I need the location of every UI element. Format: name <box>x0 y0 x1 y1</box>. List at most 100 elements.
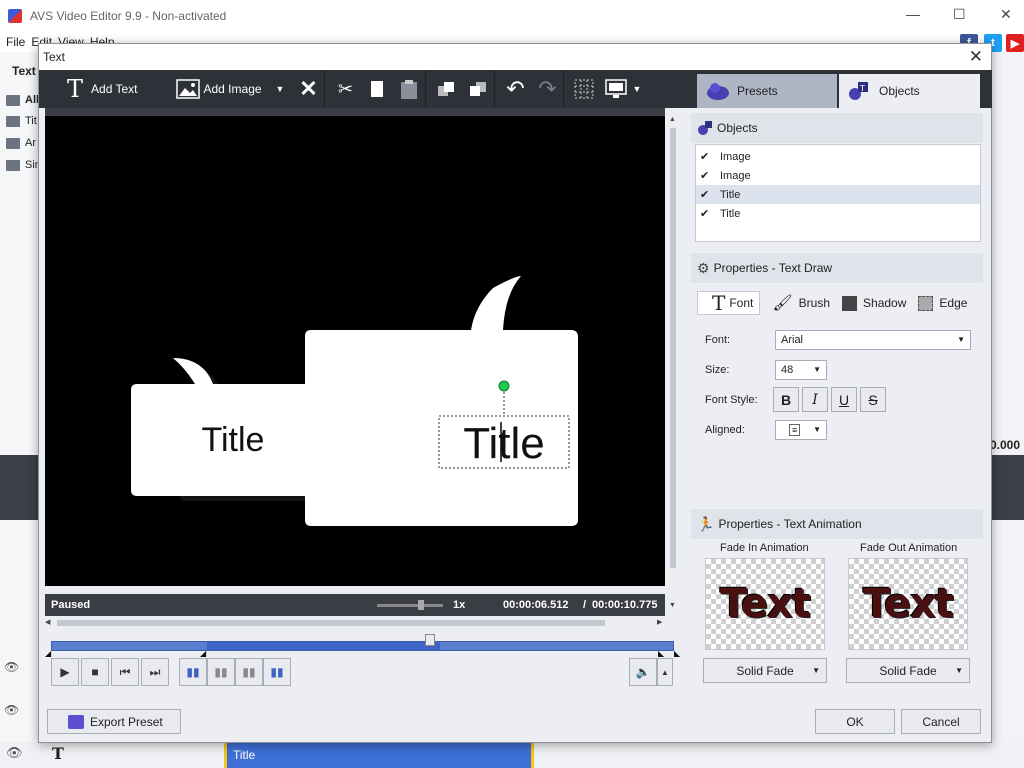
minimize-icon[interactable]: — <box>906 6 920 22</box>
bring-forward-icon[interactable] <box>430 70 462 108</box>
marker-in[interactable]: ◢ <box>200 649 206 658</box>
mark-segment-button[interactable]: ▮▮ <box>207 658 235 686</box>
menu-file[interactable]: File <box>6 35 25 49</box>
previous-frame-button[interactable]: ⏮ <box>111 658 139 686</box>
chevron-down-icon[interactable]: ▼ <box>276 84 285 94</box>
timeline-clip[interactable]: Title <box>224 742 534 768</box>
folder-icon <box>6 94 20 106</box>
ok-button[interactable]: OK <box>815 709 895 734</box>
volume-button[interactable]: 🔈 <box>629 658 657 686</box>
objects-small-icon <box>698 121 712 135</box>
volume-up-icon[interactable]: ▲ <box>657 658 673 686</box>
large-speech-bubble <box>305 276 578 526</box>
list-item[interactable]: ✔ Title <box>696 204 980 223</box>
tab-shadow[interactable]: Shadow <box>836 291 912 315</box>
fade-in-dropdown[interactable]: Solid Fade ▼ <box>703 658 827 683</box>
main-titlebar: AVS Video Editor 9.9 - Non-activated — ☐… <box>0 0 1024 32</box>
monitor-icon[interactable] <box>600 70 632 108</box>
send-backward-icon[interactable] <box>462 70 494 108</box>
marker-out[interactable]: ◣ <box>658 649 664 658</box>
preview-vertical-scrollbar[interactable]: ▲ ▼ <box>669 116 677 614</box>
preview-horizontal-scrollbar[interactable]: ◀ ▶ <box>45 618 665 628</box>
check-icon[interactable]: ✔ <box>700 150 714 163</box>
cut-icon[interactable]: ✂ <box>329 70 361 108</box>
track-visibility-icon[interactable]: 👁 <box>4 660 19 674</box>
time-separator: / <box>583 599 587 611</box>
fade-in-preview[interactable]: Text <box>705 558 825 650</box>
maximize-icon[interactable]: ☐ <box>953 6 966 23</box>
chevron-down-icon: ▼ <box>813 365 821 374</box>
marker-right[interactable]: ◣ <box>674 649 680 658</box>
check-icon[interactable]: ✔ <box>700 207 714 220</box>
marker-left[interactable]: ◢ <box>45 649 51 658</box>
playback-status: Paused <box>51 599 91 611</box>
main-dark-strip-left <box>0 455 40 520</box>
add-text-label: Add Text <box>91 82 138 96</box>
eye-icon[interactable]: 👁 <box>6 745 23 761</box>
export-preset-button[interactable]: Export Preset <box>47 709 181 734</box>
close-icon[interactable]: ✕ <box>1000 6 1012 23</box>
align-dropdown[interactable]: ≡ ▼ <box>775 420 827 440</box>
tab-font[interactable]: T Font <box>697 291 761 315</box>
preview-status-bar: Paused 1x 00:00:06.512 / 00:00:10.775 <box>45 594 665 616</box>
delete-icon[interactable]: ✕ <box>292 70 324 108</box>
undo-icon[interactable]: ↶ <box>499 70 531 108</box>
dialog-title: Text <box>43 50 66 64</box>
speed-slider[interactable] <box>377 604 443 607</box>
main-time-readout: 0.000 <box>990 438 1021 452</box>
cancel-button[interactable]: Cancel <box>901 709 981 734</box>
paste-icon[interactable] <box>393 70 425 108</box>
font-dropdown[interactable]: Arial ▼ <box>775 330 971 350</box>
list-item[interactable]: ✔ Image <box>696 166 980 185</box>
tab-presets[interactable]: Presets <box>697 74 837 108</box>
dialog-close-icon[interactable]: ✕ <box>969 47 983 67</box>
seek-thumb[interactable] <box>425 634 435 646</box>
chevron-down-icon: ▼ <box>813 425 821 434</box>
size-dropdown[interactable]: 48 ▼ <box>775 360 827 380</box>
mark-out-button[interactable]: ▮▮ <box>263 658 291 686</box>
stop-button[interactable]: ■ <box>81 658 109 686</box>
toolbar-separator <box>563 70 565 108</box>
grid-icon[interactable] <box>568 70 600 108</box>
track-visibility-icon[interactable]: 👁 <box>4 703 19 717</box>
rotation-handle[interactable] <box>498 380 510 392</box>
fade-out-preview[interactable]: Text <box>848 558 968 650</box>
playback-controls: ▶ ■ ⏮ ⏭ <box>51 658 169 688</box>
tab-brush[interactable]: 🖌 Brush <box>766 291 836 315</box>
volume-controls: 🔈 ▲ <box>629 658 673 688</box>
fade-out-dropdown[interactable]: Solid Fade ▼ <box>846 658 970 683</box>
video-preview[interactable]: Title Title <box>45 116 665 586</box>
image-icon <box>175 79 200 99</box>
chevron-down-icon[interactable]: ▼ <box>632 84 641 94</box>
check-icon[interactable]: ✔ <box>700 169 714 182</box>
speech-bubbles-canvas[interactable]: Title Title <box>45 116 665 586</box>
tab-objects[interactable]: T Objects <box>839 74 980 108</box>
list-item[interactable]: ✔ Image <box>696 147 980 166</box>
speed-slider-thumb[interactable] <box>418 600 424 610</box>
export-preset-label: Export Preset <box>90 714 163 729</box>
editor-toolbar: T Add Text Add Image ▼ ✕ ✂ ↶ ↷ ▼ <box>39 70 695 108</box>
bold-button[interactable]: B <box>773 387 799 412</box>
add-image-button[interactable]: Add Image ▼ <box>168 70 293 108</box>
size-label: Size: <box>705 364 730 376</box>
mark-segment2-button[interactable]: ▮▮ <box>235 658 263 686</box>
tab-edge[interactable]: Edge <box>912 291 973 315</box>
large-bubble-title[interactable]: Title <box>463 419 545 468</box>
toolbar-separator <box>324 70 326 108</box>
italic-button[interactable]: I <box>802 387 828 412</box>
right-tabs: Presets T Objects <box>695 70 992 108</box>
mark-in-button[interactable]: ▮▮ <box>179 658 207 686</box>
youtube-icon[interactable]: ▶ <box>1006 34 1024 52</box>
redo-icon[interactable]: ↷ <box>531 70 563 108</box>
chevron-down-icon: ▼ <box>955 666 963 675</box>
list-item[interactable]: ✔ Title <box>696 185 980 204</box>
play-button[interactable]: ▶ <box>51 658 79 686</box>
strikethrough-button[interactable]: S <box>860 387 886 412</box>
edge-icon <box>918 295 934 311</box>
underline-button[interactable]: U <box>831 387 857 412</box>
check-icon[interactable]: ✔ <box>700 188 714 201</box>
add-text-button[interactable]: T Add Text <box>39 70 146 108</box>
copy-icon[interactable] <box>361 70 393 108</box>
next-frame-button[interactable]: ⏭ <box>141 658 169 686</box>
seek-bar[interactable]: ◢ ◢ ◣ ◣ <box>45 634 680 658</box>
